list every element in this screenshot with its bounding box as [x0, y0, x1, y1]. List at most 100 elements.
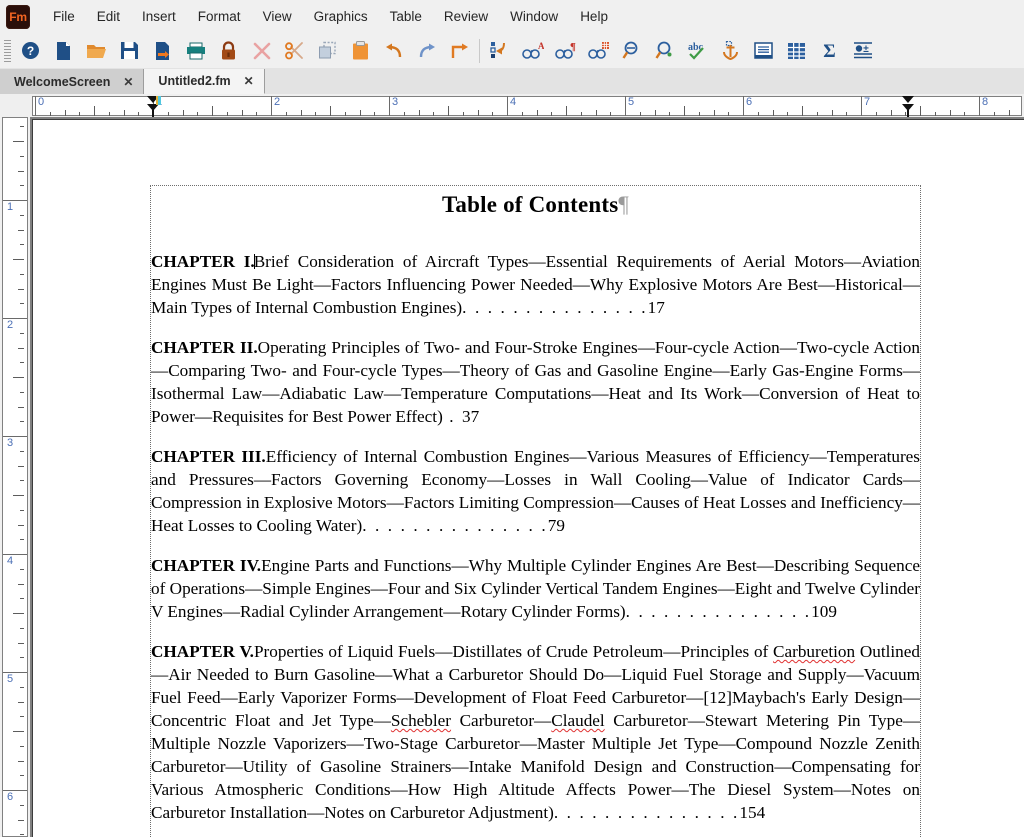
menu-review[interactable]: Review: [433, 5, 499, 28]
document-text-flow[interactable]: Table of Contents¶ CHAPTER I.Brief Consi…: [151, 186, 920, 824]
open-folder-icon[interactable]: [80, 35, 113, 66]
document-tab-label: WelcomeScreen: [14, 75, 110, 89]
ruler-number: 0: [38, 96, 44, 108]
ruler-tick: [197, 112, 198, 116]
ruler-tick: [684, 106, 685, 116]
new-document-icon[interactable]: [47, 35, 80, 66]
ruler-number: 3: [392, 96, 398, 108]
zoom-out-icon[interactable]: [648, 35, 681, 66]
ruler-tick: [227, 112, 228, 116]
spacer: [151, 537, 920, 554]
copy-icon[interactable]: [311, 35, 344, 66]
horizontal-ruler[interactable]: 012345678: [30, 94, 1024, 118]
document-tab-untitled2[interactable]: Untitled2.fm ✕: [144, 69, 264, 94]
save-icon[interactable]: [113, 35, 146, 66]
menu-table[interactable]: Table: [379, 5, 433, 28]
ruler-tick: [551, 112, 552, 116]
misspelled-word[interactable]: Schebler: [391, 711, 451, 730]
spell-check-icon[interactable]: abc: [681, 35, 714, 66]
ruler-tick: [20, 834, 24, 835]
ruler-tick: [20, 333, 24, 334]
text-frame-icon[interactable]: [747, 35, 780, 66]
toc-entry[interactable]: CHAPTER I.Brief Consideration of Aircraf…: [151, 250, 920, 319]
menu-insert[interactable]: Insert: [131, 5, 187, 28]
ruler-tick: [18, 820, 24, 821]
ruler-tick: [13, 141, 24, 142]
ruler-inch-mark: [389, 96, 390, 116]
tab-strip-filler: [265, 69, 1024, 94]
menu-help[interactable]: Help: [569, 5, 619, 28]
pilcrow-mark: ¶: [618, 192, 629, 217]
toc-entry-text: Operating Principles of Two- and Four-St…: [151, 338, 920, 426]
close-icon[interactable]: ✕: [123, 76, 133, 88]
ruler-tick: [330, 106, 331, 116]
equation-icon[interactable]: Σ: [813, 35, 846, 66]
ruler-tick: [463, 112, 464, 116]
ruler-number: 2: [7, 319, 13, 331]
ruler-tick: [18, 466, 24, 467]
ruler-tick: [18, 289, 24, 290]
main-toolbar: ?: [0, 33, 1024, 69]
delete-icon[interactable]: [245, 35, 278, 66]
close-icon[interactable]: ✕: [244, 75, 254, 87]
ruler-tick: [20, 805, 24, 806]
insert-table-icon[interactable]: [780, 35, 813, 66]
toolbar-separator: [479, 39, 480, 63]
toc-entry[interactable]: CHAPTER III.Efficiency of Internal Combu…: [151, 445, 920, 537]
toc-entry[interactable]: CHAPTER IV.Engine Parts and Functions—Wh…: [151, 554, 920, 623]
zoom-in-icon[interactable]: [615, 35, 648, 66]
toc-leader-dots: .: [443, 407, 462, 426]
document-page[interactable]: Table of Contents¶ CHAPTER I.Brief Consi…: [32, 119, 1024, 837]
print-icon[interactable]: [179, 35, 212, 66]
ruler-tick: [669, 112, 670, 116]
paragraph-designer-icon[interactable]: ¶: [549, 35, 582, 66]
ruler-tick: [20, 539, 24, 540]
ruler-tick: [20, 657, 24, 658]
anchored-frame-icon[interactable]: [714, 35, 747, 66]
menu-graphics[interactable]: Graphics: [303, 5, 379, 28]
paste-icon[interactable]: [344, 35, 377, 66]
ruler-tick: [20, 687, 24, 688]
menu-format[interactable]: Format: [187, 5, 252, 28]
vertical-ruler-band: 123456: [2, 117, 28, 837]
toc-leader-dots: . . . . . . . . . . . . . . .: [554, 803, 740, 822]
ruler-tick: [522, 112, 523, 116]
lock-icon[interactable]: [212, 35, 245, 66]
tab-stop-marker[interactable]: [156, 96, 161, 105]
redo-all-icon[interactable]: [443, 35, 476, 66]
document-canvas[interactable]: Table of Contents¶ CHAPTER I.Brief Consi…: [30, 117, 1024, 837]
redo-icon[interactable]: [410, 35, 443, 66]
toc-entry[interactable]: CHAPTER II.Operating Principles of Two- …: [151, 336, 920, 428]
misspelled-word[interactable]: Claudel: [551, 711, 604, 730]
menu-view[interactable]: View: [252, 5, 303, 28]
menu-file[interactable]: File: [42, 5, 86, 28]
toc-entry-chapter: CHAPTER V.: [151, 642, 254, 661]
ruler-tick: [640, 112, 641, 116]
misspelled-word[interactable]: Carburetion: [773, 642, 855, 661]
svg-text:Σ: Σ: [823, 41, 835, 60]
ruler-tick: [20, 451, 24, 452]
menu-edit[interactable]: Edit: [86, 5, 131, 28]
table-designer-icon[interactable]: [582, 35, 615, 66]
save-as-icon[interactable]: [146, 35, 179, 66]
ruler-tick: [13, 613, 24, 614]
menu-window[interactable]: Window: [499, 5, 569, 28]
document-tab-welcomescreen[interactable]: WelcomeScreen ✕: [0, 69, 144, 94]
right-indent-marker[interactable]: [901, 95, 915, 117]
undo-icon[interactable]: [377, 35, 410, 66]
toolbar-drag-handle[interactable]: [4, 40, 11, 62]
character-designer-icon[interactable]: A: [516, 35, 549, 66]
ruler-inch-mark: [625, 96, 626, 116]
ruler-inch-mark: [861, 96, 862, 116]
variable-icon[interactable]: ±: [846, 35, 879, 66]
toc-entry[interactable]: CHAPTER V.Properties of Liquid Fuels—Dis…: [151, 640, 920, 824]
ruler-tick: [492, 112, 493, 116]
ruler-tick: [714, 110, 715, 116]
toc-entry-page: 37: [462, 407, 479, 426]
help-icon[interactable]: ?: [14, 35, 47, 66]
framemaker-logo-icon[interactable]: Fm: [6, 5, 30, 29]
document-tab-label: Untitled2.fm: [158, 74, 230, 88]
cut-icon[interactable]: [278, 35, 311, 66]
spacer: [151, 218, 920, 250]
paragraph-catalog-icon[interactable]: [483, 35, 516, 66]
